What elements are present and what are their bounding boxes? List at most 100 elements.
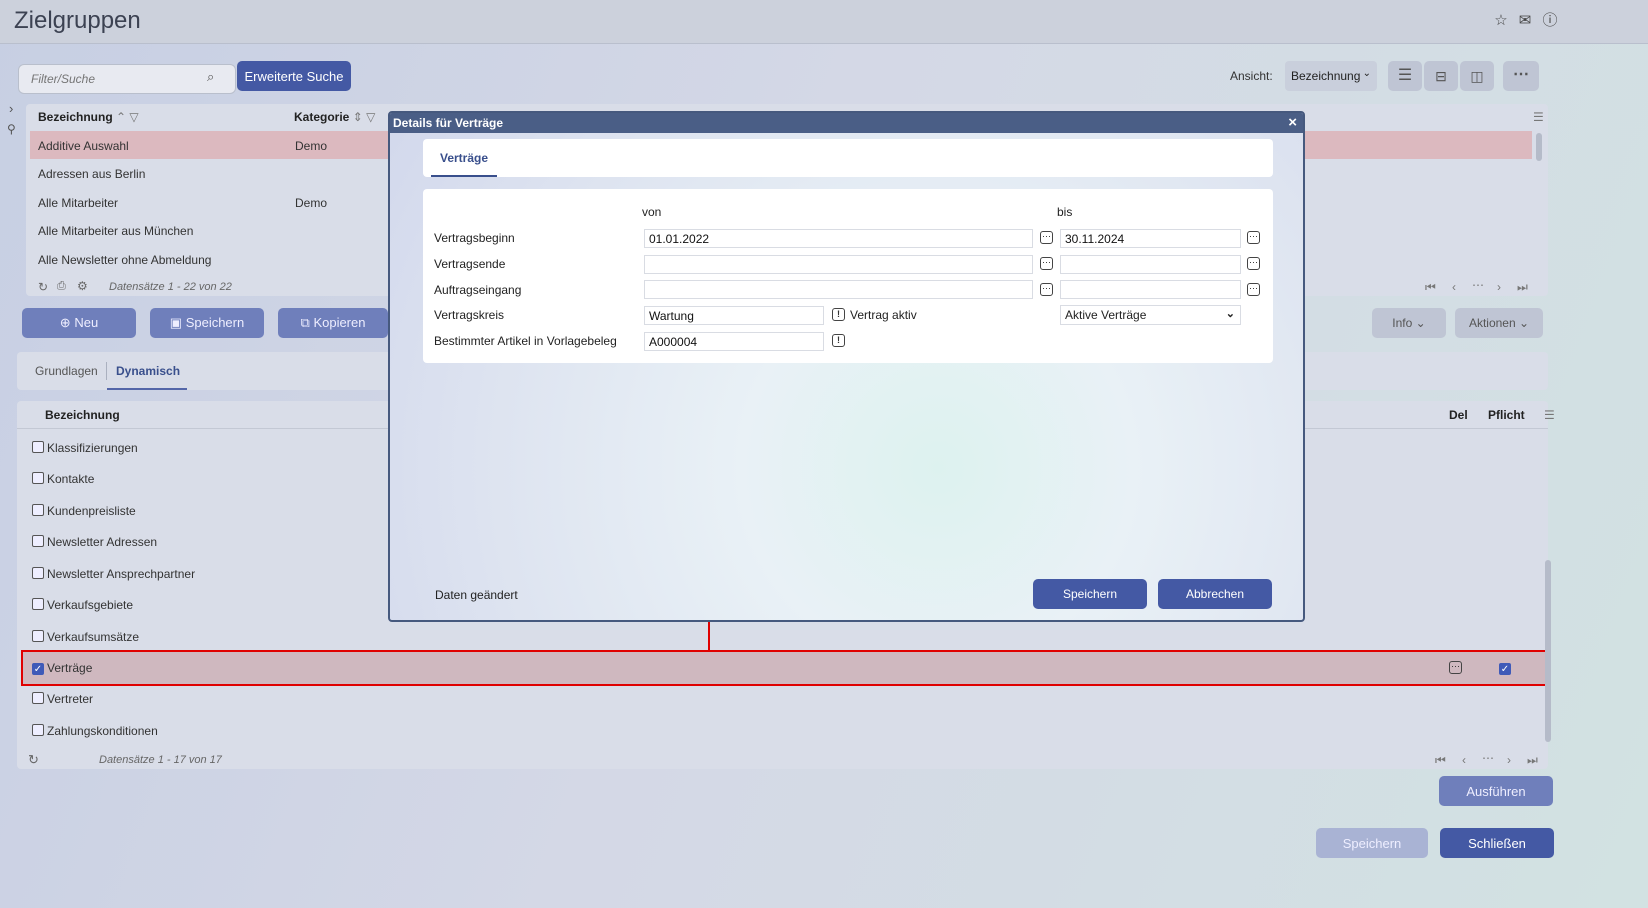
- filter-icon[interactable]: ▽: [366, 110, 375, 124]
- list-item[interactable]: [32, 598, 44, 613]
- refresh-icon[interactable]: ↻: [38, 280, 48, 294]
- column-header-bezeichnung[interactable]: Bezeichnung ⌃ ▽: [38, 110, 139, 124]
- first-page-icon[interactable]: ⏮: [1425, 280, 1436, 295]
- list-item[interactable]: [32, 441, 44, 456]
- refresh-icon[interactable]: ↻: [28, 752, 39, 768]
- new-button[interactable]: ⊕ Neu: [22, 308, 136, 338]
- gear-icon[interactable]: ⚙: [77, 279, 88, 293]
- checkbox[interactable]: [32, 692, 44, 704]
- filter-settings-icon[interactable]: ⚲: [7, 122, 16, 136]
- scrollbar-thumb[interactable]: [1545, 560, 1551, 742]
- search-icon[interactable]: ⌕: [207, 69, 214, 85]
- prev-page-icon[interactable]: ‹: [1462, 753, 1466, 767]
- more-pages-icon[interactable]: ⋯: [1482, 751, 1494, 765]
- column-header-bezeichnung[interactable]: Bezeichnung: [45, 408, 120, 422]
- pflicht-checkbox[interactable]: ✓: [1499, 661, 1511, 675]
- checkbox[interactable]: [32, 630, 44, 642]
- sort-icon[interactable]: ⌃: [116, 110, 126, 124]
- date-picker-icon[interactable]: ⋯: [1040, 283, 1053, 296]
- checkbox[interactable]: [32, 535, 44, 547]
- tab-dynamisch[interactable]: Dynamisch: [107, 352, 187, 390]
- active-contracts-select[interactable]: Aktive Verträge ⌄: [1060, 305, 1241, 325]
- checkbox[interactable]: [32, 724, 44, 736]
- table-cell[interactable]: Demo: [295, 139, 327, 153]
- order-to-input[interactable]: [1060, 280, 1241, 299]
- mail-icon[interactable]: ✉: [1516, 12, 1534, 30]
- date-picker-icon[interactable]: ⋯: [1247, 283, 1260, 296]
- filter-search-input[interactable]: [18, 64, 236, 94]
- table-cell[interactable]: Adressen aus Berlin: [38, 167, 145, 181]
- list-item[interactable]: [32, 535, 44, 550]
- modal-cancel-button[interactable]: Abbrechen: [1158, 579, 1272, 609]
- close-button[interactable]: Schließen: [1440, 828, 1554, 858]
- end-to-input[interactable]: [1060, 255, 1241, 274]
- list-item[interactable]: [32, 630, 44, 645]
- exclamation-icon[interactable]: !: [832, 308, 845, 321]
- advanced-search-button[interactable]: Erweiterte Suche: [237, 61, 351, 91]
- date-picker-icon[interactable]: ⋯: [1247, 231, 1260, 244]
- scrollbar-thumb[interactable]: [1536, 133, 1542, 161]
- prev-page-icon[interactable]: ‹: [1452, 280, 1456, 294]
- sort-icon[interactable]: ⇕: [353, 110, 363, 124]
- checkbox[interactable]: [32, 441, 44, 453]
- next-page-icon[interactable]: ›: [1507, 753, 1511, 767]
- date-picker-icon[interactable]: ⋯: [1040, 257, 1053, 270]
- table-cell[interactable]: Demo: [295, 196, 327, 210]
- execute-button[interactable]: Ausführen: [1439, 776, 1553, 806]
- details-dots-icon[interactable]: ⋯: [1449, 661, 1462, 674]
- actions-button[interactable]: Aktionen ⌄: [1455, 308, 1543, 338]
- split-horizontal-icon[interactable]: ⊟: [1424, 61, 1458, 91]
- column-menu-icon[interactable]: ☰: [1544, 408, 1555, 422]
- list-view-icon[interactable]: ☰: [1388, 61, 1422, 91]
- list-item[interactable]: [32, 504, 44, 519]
- start-to-input[interactable]: [1060, 229, 1241, 248]
- date-picker-icon[interactable]: ⋯: [1247, 257, 1260, 270]
- table-cell[interactable]: Additive Auswahl: [38, 139, 129, 153]
- list-item[interactable]: ✓: [32, 661, 44, 675]
- exclamation-icon[interactable]: !: [832, 334, 845, 347]
- last-page-icon[interactable]: ⏭: [1517, 280, 1528, 295]
- print-icon[interactable]: ⎙: [57, 280, 66, 293]
- table-cell[interactable]: Alle Mitarbeiter aus München: [38, 224, 193, 238]
- split-vertical-icon[interactable]: ◫: [1460, 61, 1494, 91]
- copy-button[interactable]: ⧉ Kopieren: [278, 308, 388, 338]
- tab-grundlagen[interactable]: Grundlagen: [35, 364, 98, 378]
- list-item[interactable]: [32, 567, 44, 582]
- expand-sidebar-icon[interactable]: ›: [9, 101, 13, 116]
- star-icon[interactable]: ☆: [1492, 12, 1510, 30]
- checkbox[interactable]: [32, 598, 44, 610]
- date-picker-icon[interactable]: ⋯: [1040, 231, 1053, 244]
- end-from-input[interactable]: [644, 255, 1033, 274]
- checkbox[interactable]: [32, 504, 44, 516]
- list-item[interactable]: [32, 692, 44, 707]
- contract-circle-input[interactable]: [644, 306, 824, 325]
- filter-icon[interactable]: ▽: [129, 110, 138, 124]
- more-pages-icon[interactable]: ⋯: [1472, 278, 1484, 292]
- info-button[interactable]: Info ⌄: [1372, 308, 1446, 338]
- help-icon[interactable]: ⓘ: [1541, 12, 1559, 30]
- column-header-kategorie[interactable]: Kategorie ⇕ ▽: [294, 110, 375, 124]
- checkbox[interactable]: [32, 567, 44, 579]
- checkbox-checked[interactable]: ✓: [1499, 663, 1511, 675]
- checkbox[interactable]: [32, 472, 44, 484]
- start-from-input[interactable]: [644, 229, 1033, 248]
- order-from-input[interactable]: [644, 280, 1033, 299]
- highlighted-row-vertraege[interactable]: [21, 650, 1547, 686]
- table-cell[interactable]: Alle Mitarbeiter: [38, 196, 118, 210]
- checkbox-checked[interactable]: ✓: [32, 663, 44, 675]
- column-header-del[interactable]: Del: [1449, 408, 1468, 422]
- article-input[interactable]: [644, 332, 824, 351]
- save-footer-button[interactable]: Speichern: [1316, 828, 1428, 858]
- more-options-icon[interactable]: ⋯: [1503, 61, 1539, 91]
- save-record-button[interactable]: ▣ Speichern: [150, 308, 264, 338]
- first-page-icon[interactable]: ⏮: [1435, 753, 1446, 768]
- view-select[interactable]: Bezeichnung ⌄: [1285, 61, 1377, 91]
- list-item[interactable]: [32, 472, 44, 487]
- column-header-pflicht[interactable]: Pflicht: [1488, 408, 1525, 422]
- column-menu-icon[interactable]: ☰: [1533, 110, 1544, 124]
- last-page-icon[interactable]: ⏭: [1527, 753, 1538, 768]
- tab-vertraege[interactable]: Verträge: [431, 139, 497, 177]
- table-cell[interactable]: Alle Newsletter ohne Abmeldung: [38, 253, 211, 267]
- modal-save-button[interactable]: Speichern: [1033, 579, 1147, 609]
- close-icon[interactable]: ×: [1288, 114, 1297, 131]
